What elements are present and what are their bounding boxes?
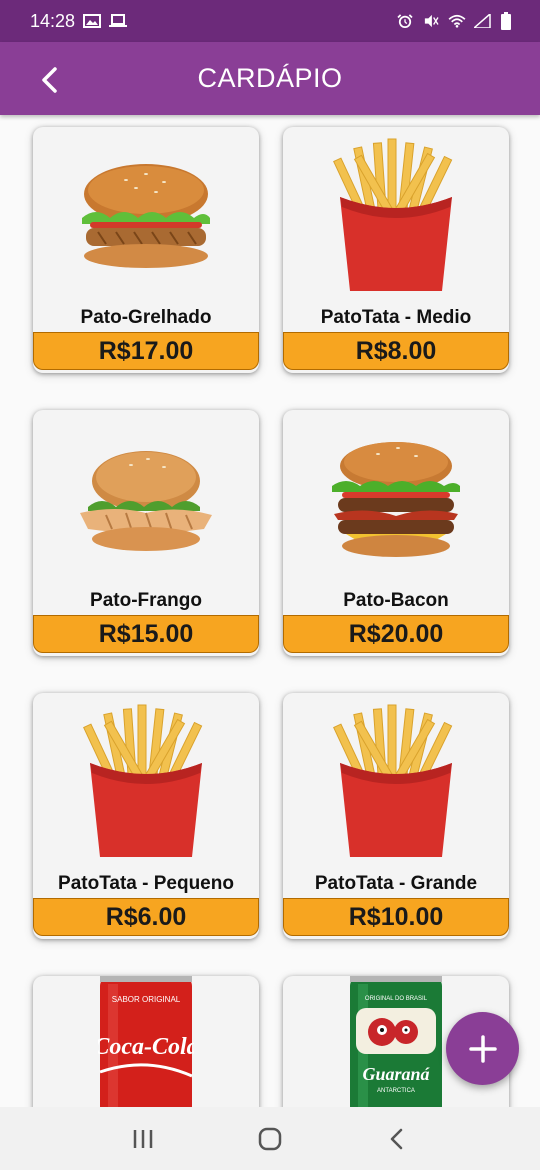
- menu-item-price: R$6.00: [33, 898, 259, 936]
- menu-item-price: R$10.00: [283, 898, 509, 936]
- menu-item-price: R$15.00: [33, 615, 259, 653]
- menu-item-card[interactable]: Pato-Bacon R$20.00: [283, 410, 509, 656]
- menu-item-card[interactable]: PatoTata - Pequeno R$6.00: [33, 693, 259, 939]
- image-icon: [83, 14, 102, 28]
- can-label: Coca-Cola: [98, 1034, 194, 1060]
- menu-item-name: Pato-Grelhado: [80, 307, 212, 328]
- status-bar: 14:28: [0, 0, 540, 42]
- fries-image: [283, 127, 509, 307]
- menu-grid: Pato-Grelhado R$17.00 PatoTata - Medio R…: [0, 115, 540, 1107]
- laptop-icon: [109, 14, 128, 27]
- menu-item-price: R$8.00: [283, 332, 509, 370]
- coca-cola-can-image: SABOR ORIGINAL Coca-Cola: [33, 976, 259, 1107]
- burger-image: [283, 410, 509, 590]
- fries-image: [283, 693, 509, 873]
- menu-item-card[interactable]: Pato-Grelhado R$17.00: [33, 127, 259, 373]
- can-label: Guaraná: [362, 1064, 430, 1084]
- plus-icon: [468, 1034, 497, 1063]
- recent-apps-button[interactable]: [113, 1119, 173, 1159]
- menu-item-name: PatoTata - Pequeno: [58, 873, 234, 894]
- signal-icon: [474, 14, 491, 28]
- back-icon: [390, 1128, 402, 1149]
- home-button[interactable]: [240, 1119, 300, 1159]
- menu-item-card[interactable]: Pato-Frango R$15.00: [33, 410, 259, 656]
- menu-item-price: R$20.00: [283, 615, 509, 653]
- can-sublabel2: ANTARCTICA: [377, 1088, 415, 1094]
- menu-item-name: Pato-Bacon: [343, 590, 449, 611]
- alarm-icon: [397, 14, 413, 28]
- menu-item-card[interactable]: PatoTata - Medio R$8.00: [283, 127, 509, 373]
- burger-image: [33, 410, 259, 590]
- page-title: CARDÁPIO: [197, 63, 343, 93]
- recent-apps-icon: [134, 1129, 153, 1148]
- can-sublabel: SABOR ORIGINAL: [112, 995, 181, 1004]
- battery-icon: [501, 12, 511, 30]
- menu-item-name: PatoTata - Medio: [320, 307, 472, 328]
- burger-image: [33, 127, 259, 307]
- system-back-button[interactable]: [367, 1119, 427, 1159]
- menu-item-name: Pato-Frango: [90, 590, 202, 611]
- can-sublabel: ORIGINAL DO BRASIL: [365, 996, 428, 1002]
- status-time: 14:28: [30, 10, 76, 31]
- wifi-icon: [448, 14, 466, 28]
- system-nav-bar: [0, 1107, 540, 1170]
- add-item-button[interactable]: [446, 1012, 519, 1085]
- fries-image: [33, 693, 259, 873]
- menu-item-card[interactable]: SABOR ORIGINAL Coca-Cola: [33, 976, 259, 1107]
- menu-item-card[interactable]: PatoTata - Grande R$10.00: [283, 693, 509, 939]
- mute-icon: [424, 14, 439, 28]
- menu-item-price: R$17.00: [33, 332, 259, 370]
- menu-item-name: PatoTata - Grande: [314, 873, 478, 894]
- app-bar: CARDÁPIO: [0, 42, 540, 115]
- home-icon: [258, 1127, 282, 1150]
